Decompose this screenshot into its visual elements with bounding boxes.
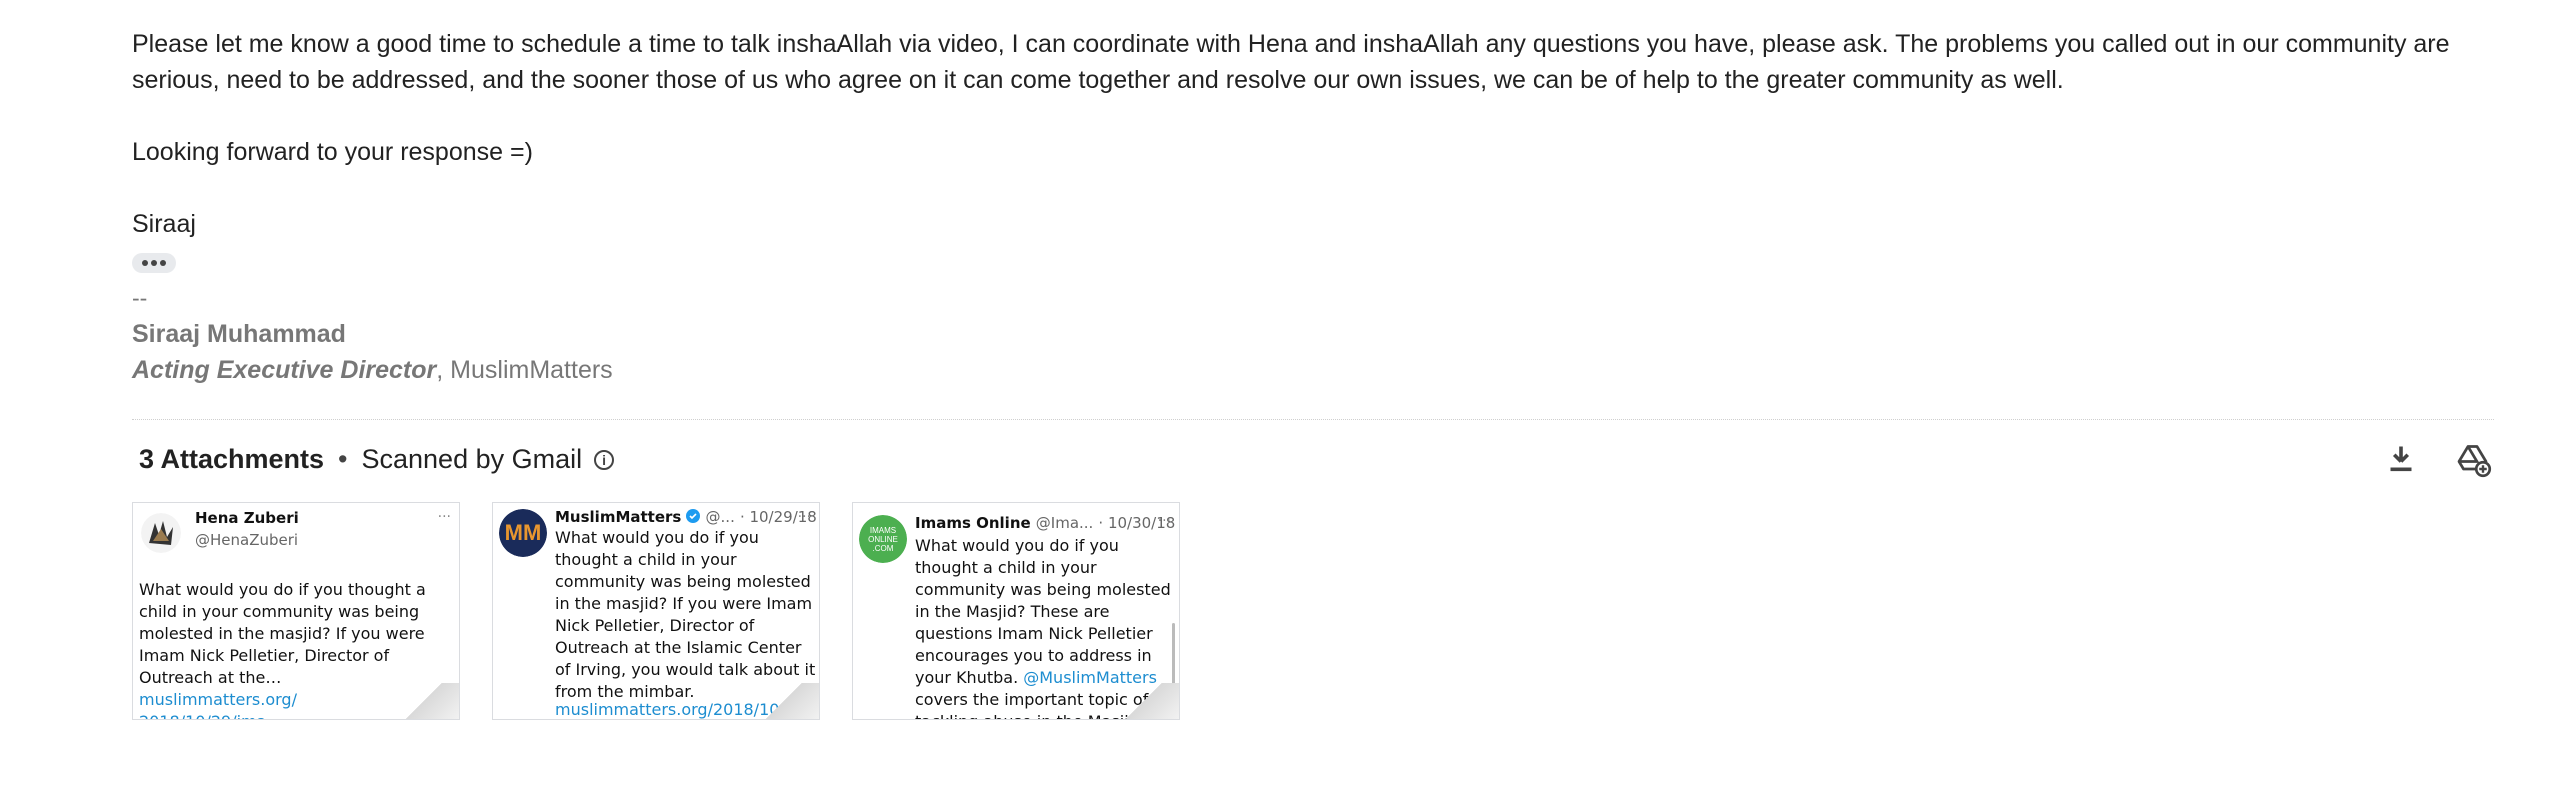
dot bbox=[142, 260, 148, 266]
tweet-meta: MuslimMatters @... · 10/29/18 bbox=[555, 507, 817, 526]
dot bbox=[160, 260, 166, 266]
email-sign-off: Siraaj bbox=[132, 210, 196, 238]
tweet-handle: @HenaZuberi bbox=[195, 531, 299, 549]
signature-name: Siraaj Muhammad bbox=[132, 320, 346, 348]
dot bbox=[151, 260, 157, 266]
email-body: Please let me know a good time to schedu… bbox=[132, 26, 2462, 242]
email-paragraph: Looking forward to your response =) bbox=[132, 138, 533, 166]
more-options-icon: ··· bbox=[797, 509, 811, 525]
more-options-icon: ··· bbox=[1157, 513, 1171, 529]
muslimmatters-logo: MM bbox=[499, 509, 547, 557]
page-curl bbox=[749, 683, 819, 719]
scanned-label: Scanned by Gmail bbox=[361, 444, 583, 474]
tweet-link: muslimmatters.org/ 2018/10/29/ima… bbox=[139, 690, 297, 719]
show-trimmed-content-button[interactable] bbox=[132, 253, 176, 273]
header-separator: • bbox=[338, 444, 348, 474]
signature-role: Acting Executive Director bbox=[132, 356, 437, 384]
info-icon[interactable]: i bbox=[594, 449, 615, 470]
svg-text:IMAMS: IMAMS bbox=[870, 526, 896, 535]
attachments-count: 3 Attachments bbox=[139, 444, 325, 474]
tweet-author: MuslimMatters bbox=[555, 508, 682, 526]
download-icon[interactable] bbox=[2383, 442, 2419, 478]
tweet-author: Hena Zuberi bbox=[195, 509, 299, 527]
add-to-drive-icon[interactable] bbox=[2456, 442, 2492, 478]
svg-text:.COM: .COM bbox=[873, 544, 894, 553]
page-curl bbox=[1109, 683, 1179, 719]
svg-text:MM: MM bbox=[505, 520, 542, 545]
signature-title: Acting Executive Director, MuslimMatters bbox=[132, 356, 613, 385]
user-avatar bbox=[141, 513, 181, 553]
tweet-meta: Imams Online @Ima... · 10/30/18 bbox=[915, 513, 1175, 532]
attachments-header: 3 Attachments • Scanned by Gmail i bbox=[139, 444, 615, 475]
signature-org: , MuslimMatters bbox=[436, 356, 613, 384]
more-options-icon: ··· bbox=[437, 509, 451, 525]
email-paragraph: Please let me know a good time to schedu… bbox=[132, 30, 2450, 94]
tweet-handle: @Ima... bbox=[1035, 514, 1094, 532]
tweet-text: What would you do if you thought a child… bbox=[555, 528, 816, 701]
imams-online-logo: IMAMS ONLINE .COM bbox=[859, 515, 907, 563]
svg-text:ONLINE: ONLINE bbox=[868, 535, 898, 544]
signature-separator: -- bbox=[132, 285, 148, 311]
verified-badge-icon bbox=[686, 509, 701, 523]
email-view: Please let me know a good time to schedu… bbox=[0, 0, 2560, 793]
attachment-thumbnail[interactable]: Hena Zuberi @HenaZuberi ··· What would y… bbox=[132, 502, 460, 720]
attachment-thumbnail[interactable]: MM MuslimMatters @... · 10/29/18 ··· Wha… bbox=[492, 502, 820, 720]
attachment-thumbnail[interactable]: IMAMS ONLINE .COM Imams Online @Ima... ·… bbox=[852, 502, 1180, 720]
tweet-handle: @... bbox=[705, 508, 735, 526]
attachments-divider bbox=[132, 419, 2494, 420]
tweet-author: Imams Online bbox=[915, 514, 1031, 532]
page-curl bbox=[389, 683, 459, 719]
